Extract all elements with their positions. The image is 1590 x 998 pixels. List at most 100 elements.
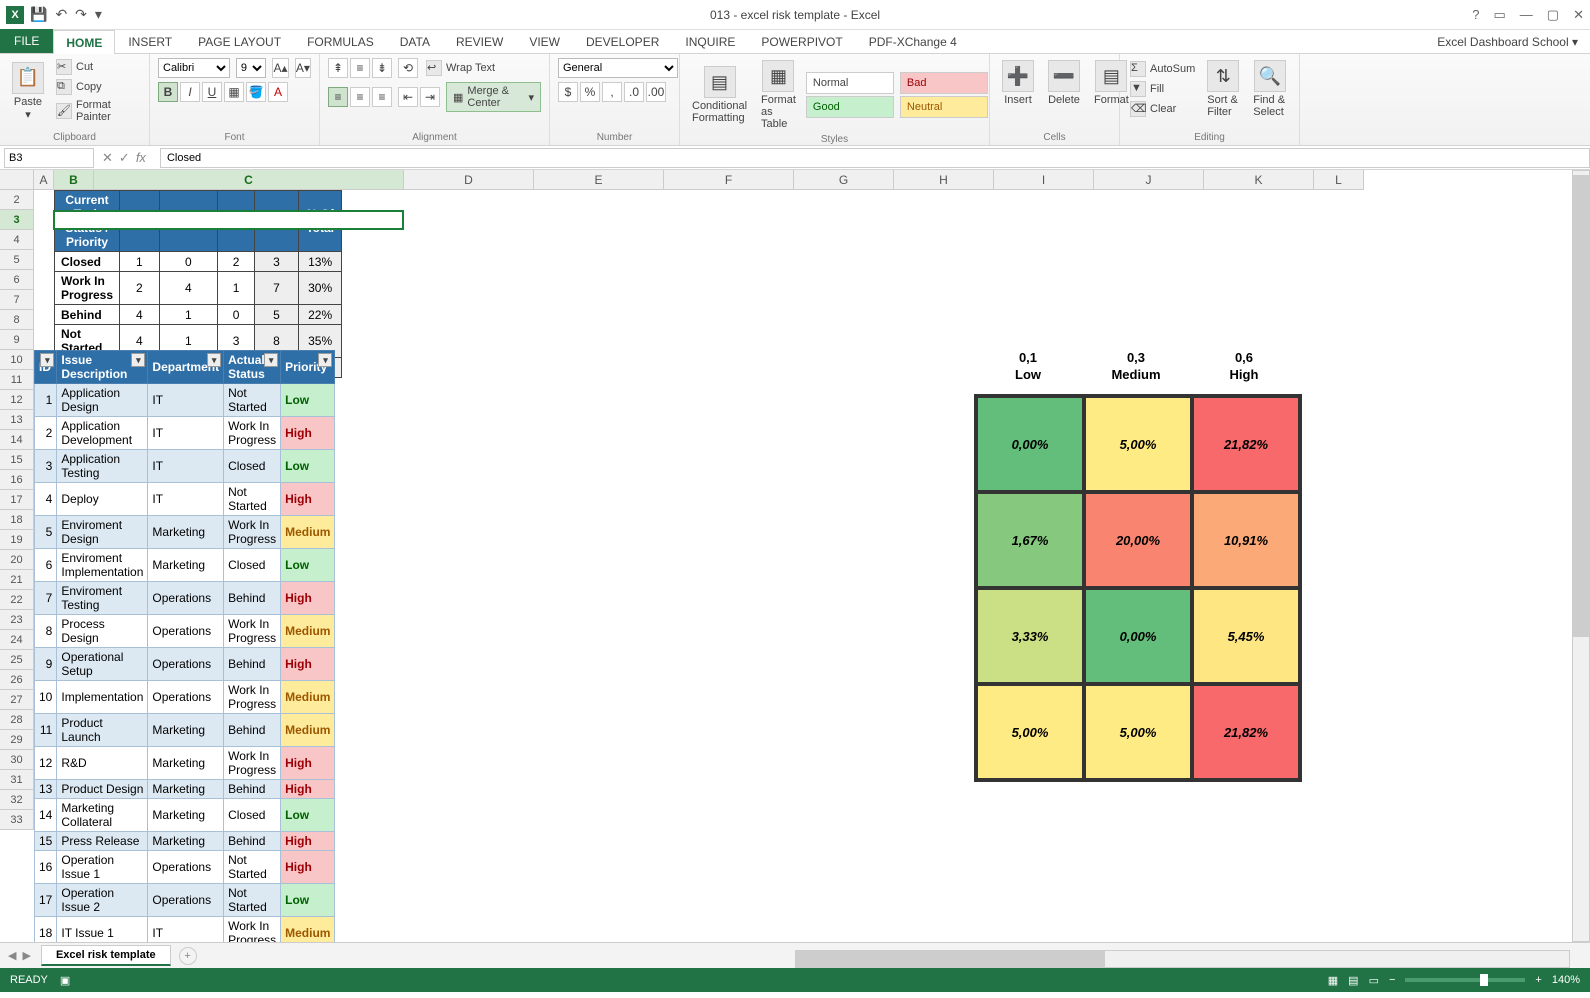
table-row[interactable]: 9Operational SetupOperationsBehindHigh [35,648,335,681]
filter-dropdown-icon[interactable]: ▾ [318,353,332,367]
col-header-L[interactable]: L [1314,170,1364,189]
col-header-H[interactable]: H [894,170,994,189]
cancel-formula-icon[interactable]: ✕ [102,150,113,166]
number-format-select[interactable]: General [558,58,678,78]
copy-button[interactable]: ⧉Copy [54,78,141,96]
font-size-select[interactable]: 9 [236,58,267,78]
insert-cells-button[interactable]: ➕Insert [998,58,1038,108]
table-row[interactable]: 5Enviroment DesignMarketingWork In Progr… [35,516,335,549]
col-header-G[interactable]: G [794,170,894,189]
row-header-25[interactable]: 25 [0,650,33,670]
zoom-out-icon[interactable]: − [1389,974,1395,986]
paste-button[interactable]: 📋Paste▾ [8,60,48,123]
tab-file[interactable]: FILE [0,29,53,53]
table-row[interactable]: 4DeployITNot StartedHigh [35,483,335,516]
worksheet-grid[interactable]: ABCDEFGHIJKL 234567891011121314151617181… [0,170,1590,942]
select-all-corner[interactable] [0,170,34,189]
row-header-23[interactable]: 23 [0,610,33,630]
row-header-17[interactable]: 17 [0,490,33,510]
save-icon[interactable]: 💾 [30,6,47,23]
formula-bar[interactable]: Closed [160,148,1590,168]
filter-dropdown-icon[interactable]: ▾ [131,353,145,367]
sheet-nav-first-icon[interactable]: ◀ [8,949,16,962]
row-header-28[interactable]: 28 [0,710,33,730]
name-box[interactable]: B3 [4,148,94,168]
tab-developer[interactable]: DEVELOPER [573,29,672,53]
row-header-13[interactable]: 13 [0,410,33,430]
tab-data[interactable]: DATA [387,29,443,53]
row-header-16[interactable]: 16 [0,470,33,490]
currency-icon[interactable]: $ [558,82,578,102]
zoom-slider[interactable] [1405,978,1525,982]
row-header-19[interactable]: 19 [0,530,33,550]
zoom-level[interactable]: 140% [1552,974,1580,986]
maximize-icon[interactable]: ▢ [1547,7,1559,23]
align-mid-icon[interactable]: ≡ [350,58,370,78]
horizontal-scrollbar[interactable] [795,950,1570,968]
font-name-select[interactable]: Calibri [158,58,230,78]
find-select-button[interactable]: 🔍Find & Select [1249,58,1291,120]
row-header-32[interactable]: 32 [0,790,33,810]
col-header-A[interactable]: A [34,170,54,189]
row-header-30[interactable]: 30 [0,750,33,770]
row-header-20[interactable]: 20 [0,550,33,570]
font-color-button[interactable]: A [268,82,288,102]
zoom-in-icon[interactable]: + [1535,974,1541,986]
table-row[interactable]: 2Application DevelopmentITWork In Progre… [35,417,335,450]
format-painter-button[interactable]: 🖌Format Painter [54,98,141,124]
table-row[interactable]: 14Marketing CollateralMarketingClosedLow [35,799,335,832]
indent-inc-icon[interactable]: ⇥ [420,87,440,107]
issue-table[interactable]: ID▾Issue Description▾Department▾Actual S… [34,350,335,942]
table-row[interactable]: 8Process DesignOperationsWork In Progres… [35,615,335,648]
style-neutral[interactable]: Neutral [900,96,988,118]
enter-formula-icon[interactable]: ✓ [119,150,130,166]
minimize-icon[interactable]: — [1520,7,1533,23]
filter-dropdown-icon[interactable]: ▾ [207,353,221,367]
row-header-26[interactable]: 26 [0,670,33,690]
tab-view[interactable]: VIEW [516,29,573,53]
view-normal-icon[interactable]: ▦ [1328,974,1338,987]
col-header-B[interactable]: B [54,170,94,189]
row-header-15[interactable]: 15 [0,450,33,470]
comma-icon[interactable]: , [602,82,622,102]
view-pagebreak-icon[interactable]: ▭ [1369,974,1379,987]
row-header-4[interactable]: 4 [0,230,33,250]
ribbon-right-link[interactable]: Excel Dashboard School ▾ [1425,31,1590,53]
col-header-I[interactable]: I [994,170,1094,189]
merge-center-button[interactable]: ▦ Merge & Center ▾ [446,82,541,112]
fx-icon[interactable]: fx [136,150,146,166]
table-row[interactable]: 13Product DesignMarketingBehindHigh [35,780,335,799]
tab-formulas[interactable]: FORMULAS [294,29,387,53]
format-as-table-button[interactable]: ▦Format as Table [757,58,800,132]
grow-font-icon[interactable]: A▴ [272,58,288,78]
row-header-24[interactable]: 24 [0,630,33,650]
tab-home[interactable]: HOME [53,30,115,54]
table-row[interactable]: 6Enviroment ImplementationMarketingClose… [35,549,335,582]
indent-dec-icon[interactable]: ⇤ [398,87,418,107]
row-header-10[interactable]: 10 [0,350,33,370]
wrap-text-button[interactable]: ↩Wrap Text [424,59,497,77]
col-header-K[interactable]: K [1204,170,1314,189]
italic-button[interactable]: I [180,82,200,102]
row-header-7[interactable]: 7 [0,290,33,310]
row-header-18[interactable]: 18 [0,510,33,530]
autosum-button[interactable]: ΣAutoSum [1128,60,1197,78]
underline-button[interactable]: U [202,82,222,102]
row-header-33[interactable]: 33 [0,810,33,830]
macro-record-icon[interactable]: ▣ [60,974,70,987]
cut-button[interactable]: ✂Cut [54,58,141,76]
conditional-formatting-button[interactable]: ▤Conditional Formatting [688,64,751,126]
fill-button[interactable]: ▼Fill [1128,80,1197,98]
undo-icon[interactable]: ↶ [55,6,67,23]
style-good[interactable]: Good [806,96,894,118]
help-icon[interactable]: ? [1472,7,1479,23]
row-header-12[interactable]: 12 [0,390,33,410]
table-row[interactable]: 17Operation Issue 2OperationsNot Started… [35,884,335,917]
align-center-icon[interactable]: ≡ [350,87,370,107]
style-normal[interactable]: Normal [806,72,894,94]
row-header-6[interactable]: 6 [0,270,33,290]
table-row[interactable]: 7Enviroment TestingOperationsBehindHigh [35,582,335,615]
view-layout-icon[interactable]: ▤ [1348,974,1358,987]
orientation-icon[interactable]: ⟲ [398,58,418,78]
ribbon-options-icon[interactable]: ▭ [1494,7,1506,23]
